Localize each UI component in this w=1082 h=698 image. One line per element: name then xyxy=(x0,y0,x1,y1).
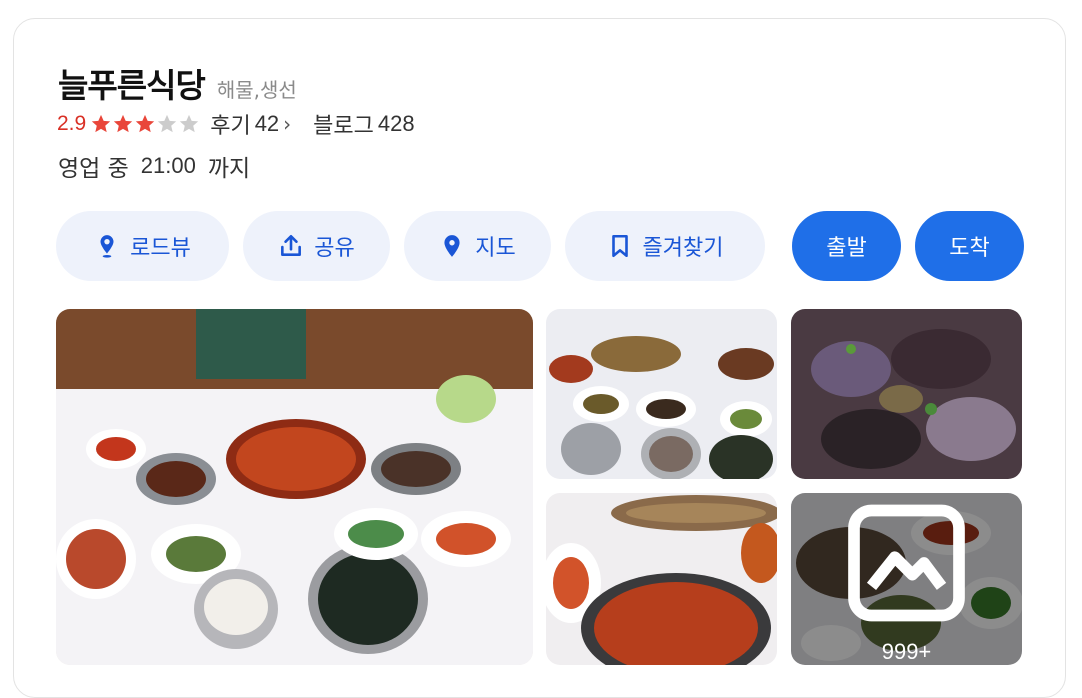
more-photos-count: 999+ xyxy=(881,639,932,664)
gallery-icon xyxy=(848,504,965,622)
map-button[interactable]: 지도 xyxy=(404,211,551,281)
photo-4[interactable] xyxy=(546,493,777,665)
chevron-right-icon: › xyxy=(283,112,292,136)
photo-2-image xyxy=(546,309,777,479)
close-time: 21:00 xyxy=(140,153,196,178)
blog-label: 블로그 xyxy=(313,114,374,139)
star-icon xyxy=(136,114,155,133)
bookmark-button[interactable]: 즐겨찾기 xyxy=(565,211,765,281)
roadview-button[interactable]: 로드뷰 xyxy=(56,211,229,281)
photo-2[interactable] xyxy=(546,309,777,479)
map-label: 지도 xyxy=(475,236,516,261)
blog-count: 428 xyxy=(377,111,415,136)
photo-3-image xyxy=(791,309,1022,479)
place-card: 늘푸른식당 해물,생선 2.9 후기 42 › 블로그 428 영업 중 21:… xyxy=(13,18,1066,698)
photo-3[interactable] xyxy=(791,309,1022,479)
bookmark-icon xyxy=(611,234,628,258)
rating-stars xyxy=(90,113,200,135)
rating-row: 2.9 후기 42 › 블로그 428 xyxy=(57,109,415,139)
reviews-link[interactable]: 후기 42 › xyxy=(210,108,291,140)
star-icon xyxy=(92,114,111,133)
photo-main-image xyxy=(56,309,533,665)
share-label: 공유 xyxy=(314,236,355,261)
blog-link[interactable]: 블로그 428 xyxy=(313,108,414,140)
open-status: 영업 중 xyxy=(58,156,129,182)
close-suffix: 까지 xyxy=(207,156,251,182)
hours-row: 영업 중 21:00 까지 xyxy=(58,149,250,183)
reviews-label: 후기 xyxy=(210,114,251,139)
rating-score: 2.9 xyxy=(57,112,87,135)
place-title[interactable]: 늘푸른식당 xyxy=(58,59,206,107)
photo-more[interactable]: 999+ xyxy=(791,493,1022,665)
more-photos-overlay[interactable]: 999+ xyxy=(791,493,1022,665)
arrive-label: 도착 xyxy=(949,236,990,261)
bookmark-label: 즐겨찾기 xyxy=(642,236,724,261)
share-icon xyxy=(281,234,302,256)
depart-button[interactable]: 출발 xyxy=(792,211,901,281)
place-category: 해물,생선 xyxy=(216,78,297,102)
pin-person-icon xyxy=(100,235,114,258)
star-empty-icon xyxy=(158,114,177,133)
star-icon xyxy=(114,114,133,133)
reviews-count: 42 xyxy=(254,111,280,136)
title-row: 늘푸른식당 해물,생선 xyxy=(58,59,297,107)
star-empty-icon xyxy=(180,114,199,133)
depart-label: 출발 xyxy=(826,236,867,261)
arrive-button[interactable]: 도착 xyxy=(915,211,1024,281)
share-button[interactable]: 공유 xyxy=(243,211,390,281)
roadview-label: 로드뷰 xyxy=(130,236,191,261)
photo-4-image xyxy=(546,493,777,665)
map-pin-icon xyxy=(444,235,460,257)
photo-main[interactable] xyxy=(56,309,533,665)
